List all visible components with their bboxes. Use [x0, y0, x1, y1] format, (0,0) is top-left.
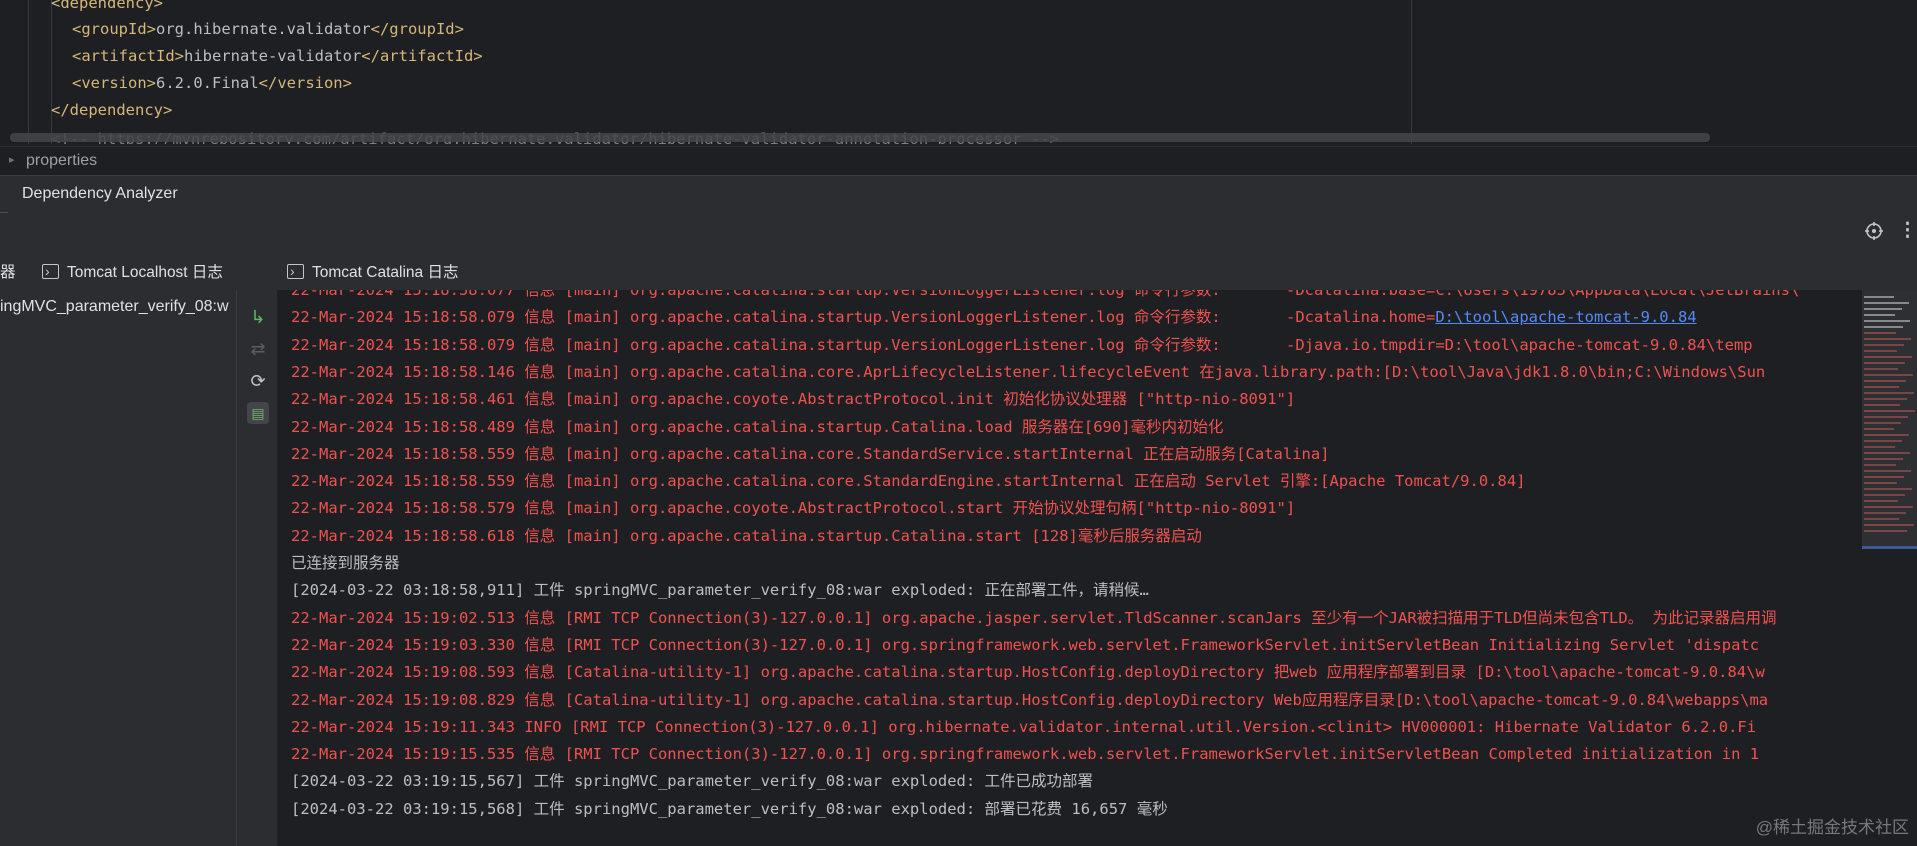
code-line: <version>6.2.0.Final</version> — [72, 70, 352, 97]
console-line: 22-Mar-2024 15:18:58.489 信息 [main] org.a… — [291, 414, 1224, 441]
dependency-analyzer-bar: Dependency Analyzer — [0, 175, 1917, 213]
tab-label: Tomcat Catalina 日志 — [312, 264, 459, 281]
console-line: 22-Mar-2024 15:18:58.079 信息 [main] org.a… — [291, 304, 1697, 331]
watermark-text: @稀土掘金技术社区 — [1755, 818, 1909, 837]
xml-close-tag: </artifactId> — [361, 47, 483, 65]
console-line-text: 22-Mar-2024 15:18:58.077 信息 [main] org.a… — [291, 290, 1800, 299]
xml-open-tag: <groupId> — [72, 20, 156, 38]
console-line: 22-Mar-2024 15:18:58.579 信息 [main] org.a… — [291, 495, 1295, 522]
console-line: 22-Mar-2024 15:18:58.461 信息 [main] org.a… — [291, 386, 1295, 413]
code-editor[interactable]: <dependency> <groupId>org.hibernate.valid… — [0, 0, 1917, 144]
dependency-analyzer-title[interactable]: Dependency Analyzer — [22, 185, 178, 203]
deploy-icon[interactable]: ↳ — [247, 306, 269, 328]
console-line: [2024-03-22 03:19:15,568] 工件 springMVC_p… — [291, 796, 1168, 823]
console-line-text: 22-Mar-2024 15:18:58.579 信息 [main] org.a… — [291, 499, 1296, 518]
console-line: 22-Mar-2024 15:19:08.593 信息 [Catalina-ut… — [291, 659, 1765, 686]
console-line-text: 22-Mar-2024 15:19:08.593 信息 [Catalina-ut… — [291, 663, 1765, 682]
xml-open-tag: <dependency> — [51, 0, 163, 12]
console-line: 22-Mar-2024 15:18:58.146 信息 [main] org.a… — [291, 359, 1765, 386]
xml-text: hibernate-validator — [183, 47, 362, 65]
console-line: 22-Mar-2024 15:18:58.079 信息 [main] org.a… — [291, 332, 1753, 359]
console-line-text: 22-Mar-2024 15:18:58.079 信息 [main] org.a… — [291, 335, 1753, 354]
console-line-text: 已连接到服务器 — [291, 554, 400, 572]
console-line-text: 22-Mar-2024 15:19:03.330 信息 [RMI TCP Con… — [291, 635, 1760, 654]
console-line: 22-Mar-2024 15:18:58.559 信息 [main] org.a… — [291, 441, 1330, 468]
console-line-text: 22-Mar-2024 15:19:11.343 INFO [RMI TCP C… — [291, 717, 1757, 736]
breadcrumb: ▸ properties — [0, 146, 1917, 175]
console-line-text: 22-Mar-2024 15:19:15.535 信息 [RMI TCP Con… — [291, 745, 1760, 764]
crosshair-icon[interactable] — [1864, 221, 1884, 247]
tab-tomcat-catalina-log[interactable]: Tomcat Catalina 日志 — [287, 254, 459, 290]
xml-open-tag: <version> — [72, 74, 156, 92]
panel-divider — [0, 212, 8, 227]
terminal-icon — [287, 254, 304, 288]
console-line-text: 22-Mar-2024 15:18:58.559 信息 [main] org.a… — [291, 444, 1330, 463]
console-line-text: [2024-03-22 03:19:15,567] 工件 springMVC_p… — [291, 772, 1094, 791]
console-side-toolbar: ↳ ⇄ ⟳ ▤ — [236, 290, 277, 846]
code-line: </dependency> — [51, 97, 172, 124]
xml-open-tag: </dependency> — [51, 101, 173, 119]
console-line-text: 22-Mar-2024 15:18:58.461 信息 [main] org.a… — [291, 390, 1296, 409]
terminal-icon — [42, 254, 59, 288]
scroll-to-end-icon[interactable]: ▤ — [247, 402, 269, 424]
xml-open-tag: <artifactId> — [72, 47, 184, 65]
code-line: <artifactId>hibernate-validator</artifac… — [72, 43, 483, 70]
console-line-text: [2024-03-22 03:18:58,911] 工件 springMVC_p… — [291, 581, 1149, 600]
console-line-text: 22-Mar-2024 15:19:08.829 信息 [Catalina-ut… — [291, 690, 1769, 709]
tab-server-label: 器 — [0, 264, 16, 281]
console-line: 已连接到服务器 — [291, 550, 400, 577]
editor-horizontal-scrollbar[interactable] — [10, 133, 1710, 142]
console-line: [2024-03-22 03:19:15,567] 工件 springMVC_p… — [291, 768, 1093, 795]
xml-text: org.hibernate.validator — [156, 20, 371, 38]
console-line: 22-Mar-2024 15:19:11.343 INFO [RMI TCP C… — [291, 714, 1756, 741]
xml-close-tag: </version> — [258, 74, 352, 92]
undeploy-icon[interactable]: ⇄ — [247, 338, 269, 360]
console-line-text: 22-Mar-2024 15:18:58.146 信息 [main] org.a… — [291, 362, 1766, 381]
console-line-text: 22-Mar-2024 15:18:58.559 信息 [main] org.a… — [291, 472, 1526, 491]
tree-item-artifact[interactable]: ingMVC_parameter_verify_08:w — [0, 298, 236, 316]
console-path-link[interactable]: D:\tool\apache-tomcat-9.0.84 — [1435, 308, 1696, 326]
console-line: 22-Mar-2024 15:18:58.618 信息 [main] org.a… — [291, 523, 1202, 550]
refresh-icon[interactable]: ⟳ — [247, 370, 269, 392]
console-line-text: 22-Mar-2024 15:18:58.489 信息 [main] org.a… — [291, 417, 1224, 436]
console-line: 22-Mar-2024 15:19:15.535 信息 [RMI TCP Con… — [291, 741, 1759, 768]
console-output[interactable]: 22-Mar-2024 15:18:58.077 信息 [main] org.a… — [277, 290, 1862, 846]
code-line: <dependency> — [51, 0, 163, 17]
deployment-tree: ingMVC_parameter_verify_08:w — [0, 290, 236, 846]
minimap-viewport[interactable] — [1862, 290, 1917, 549]
console-line-text: 22-Mar-2024 15:19:02.513 信息 [RMI TCP Con… — [291, 608, 1777, 627]
tab-label: Tomcat Localhost 日志 — [67, 264, 223, 281]
tab-tomcat-localhost-log[interactable]: Tomcat Localhost 日志 — [42, 254, 223, 290]
more-vertical-icon[interactable]: ⋮ — [1898, 219, 1917, 242]
console-line-text: 22-Mar-2024 15:18:58.618 信息 [main] org.a… — [291, 526, 1202, 545]
indent-guide — [28, 0, 29, 144]
xml-close-tag: </groupId> — [370, 20, 464, 38]
console-line-text: [2024-03-22 03:19:15,568] 工件 springMVC_p… — [291, 799, 1168, 818]
console-line: 22-Mar-2024 15:18:58.559 信息 [main] org.a… — [291, 468, 1525, 495]
console-line-text: 22-Mar-2024 15:18:58.079 信息 [main] org.a… — [291, 308, 1436, 327]
breadcrumb-item-properties[interactable]: properties — [26, 152, 97, 170]
code-line: <groupId>org.hibernate.validator</groupI… — [72, 16, 464, 43]
console-minimap[interactable] — [1862, 290, 1917, 846]
tab-server[interactable]: 器 — [0, 256, 16, 290]
right-margin-guide — [1411, 0, 1412, 144]
console-line: 22-Mar-2024 15:18:58.077 信息 [main] org.a… — [291, 290, 1799, 304]
xml-text: 6.2.0.Final — [156, 74, 259, 92]
chevron-right-icon[interactable]: ▸ — [9, 153, 15, 166]
console-line: 22-Mar-2024 15:19:08.829 信息 [Catalina-ut… — [291, 687, 1768, 714]
console-line: 22-Mar-2024 15:19:02.513 信息 [RMI TCP Con… — [291, 605, 1777, 632]
services-tab-bar: 器 Tomcat Localhost 日志 Tomcat Catalina 日志 — [0, 254, 1917, 290]
console-line: 22-Mar-2024 15:19:03.330 信息 [RMI TCP Con… — [291, 632, 1759, 659]
console-line: [2024-03-22 03:18:58,911] 工件 springMVC_p… — [291, 577, 1149, 604]
